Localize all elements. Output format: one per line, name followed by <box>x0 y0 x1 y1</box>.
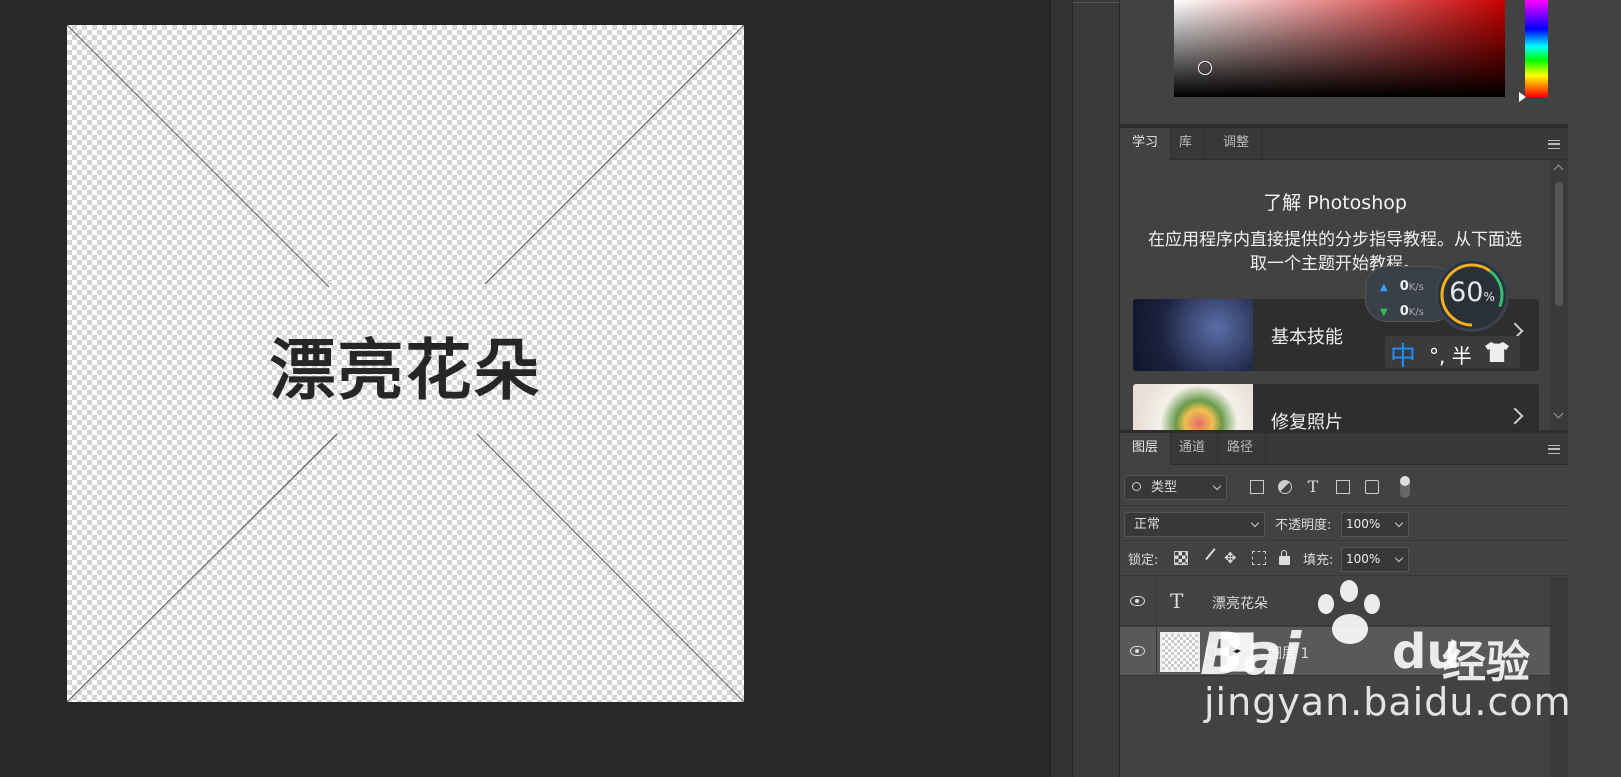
layer-row-pixel[interactable]: 图层 1 <box>1120 627 1550 676</box>
lock-position-icon[interactable]: ✥ <box>1224 551 1238 566</box>
opacity-input[interactable]: 100% <box>1341 512 1409 537</box>
lock-label: 锁定: <box>1128 553 1159 568</box>
tab-layers[interactable]: 图层 <box>1120 433 1172 465</box>
layer-filter-row: 类型 T <box>1120 466 1568 506</box>
layer-row-text[interactable]: T 漂亮花朵 <box>1120 577 1550 626</box>
chevron-down-icon[interactable] <box>1394 553 1404 563</box>
tutorial-thumbnail <box>1133 384 1253 430</box>
chevron-down-icon <box>1250 518 1260 528</box>
fill-label: 填充: <box>1303 553 1334 568</box>
text-filter-icon[interactable]: T <box>1306 479 1320 495</box>
tab-paths[interactable]: 路径 <box>1215 433 1267 465</box>
scroll-up-icon[interactable] <box>1553 164 1564 175</box>
lock-artboard-icon[interactable] <box>1252 551 1266 565</box>
usage-gauge[interactable]: 60% <box>1435 258 1509 332</box>
lock-image-pixels-icon[interactable] <box>1205 548 1225 568</box>
shape-filter-icon[interactable] <box>1336 480 1350 494</box>
color-picker-panel <box>1120 0 1568 124</box>
blend-mode-select[interactable]: 正常 <box>1124 512 1265 537</box>
blend-mode-value: 正常 <box>1134 517 1161 532</box>
tutorial-thumbnail <box>1133 299 1253 371</box>
color-saturation-field[interactable] <box>1174 0 1505 97</box>
opacity-label: 不透明度: <box>1275 518 1332 533</box>
tutorial-card-label: 修复照片 <box>1271 412 1343 430</box>
layers-panel-body: 类型 T 正常 不透明度: 100% 锁定: ✥ 填充: 100% T 漂亮花朵… <box>1120 466 1568 777</box>
panel-menu-icon[interactable] <box>1548 445 1560 454</box>
hue-marker-icon[interactable] <box>1519 92 1526 102</box>
upload-arrow-icon: ▲ <box>1380 282 1388 293</box>
divider <box>1156 627 1157 676</box>
adjustment-filter-icon[interactable] <box>1278 480 1292 494</box>
opacity-value: 100% <box>1346 517 1381 531</box>
scroll-down-icon[interactable] <box>1553 408 1564 419</box>
lock-transparency-icon[interactable] <box>1174 551 1188 565</box>
layers-tabbar: 图层 通道 路径 <box>1120 433 1568 465</box>
tab-learn[interactable]: 学习 <box>1120 128 1172 160</box>
ime-chinese-mode[interactable]: 中 <box>1390 336 1416 373</box>
download-arrow-icon: ▼ <box>1380 307 1388 318</box>
search-icon <box>1132 482 1141 491</box>
tutorial-card-fix-photos[interactable]: 修复照片 <box>1133 384 1539 430</box>
ime-status-bar[interactable]: 中 °, 半 <box>1385 336 1520 372</box>
scrollbar-thumb[interactable] <box>1555 182 1563 306</box>
chevron-down-icon[interactable] <box>1394 518 1404 528</box>
pixel-filter-icon[interactable] <box>1250 480 1264 494</box>
chevron-down-icon <box>1212 481 1222 491</box>
tab-channels[interactable]: 通道 <box>1167 433 1219 465</box>
filter-toggle[interactable] <box>1400 476 1410 498</box>
skin-icon[interactable] <box>1485 342 1509 362</box>
layer-name[interactable]: 漂亮花朵 <box>1212 593 1268 613</box>
canvas-text-layer[interactable]: 漂亮花朵 <box>67 317 744 413</box>
network-speed-widget[interactable]: ▲ 0K/s ▼ 0K/s 60% 中 °, 半 <box>1365 258 1520 372</box>
smart-object-filter-icon[interactable] <box>1365 480 1379 494</box>
ime-punctuation-mode[interactable]: °, 半 <box>1429 340 1472 369</box>
learn-scrollbar[interactable] <box>1550 160 1568 430</box>
divider <box>1156 577 1157 626</box>
learn-tabbar: 学习 库 调整 <box>1120 128 1568 160</box>
learn-title: 了解 Photoshop <box>1263 192 1407 214</box>
collapsed-panel-dock <box>1072 0 1121 777</box>
tab-libraries[interactable]: 库 <box>1167 128 1206 160</box>
tab-adjustments[interactable]: 调整 <box>1211 128 1263 160</box>
lock-row: 锁定: ✥ 填充: 100% <box>1120 541 1568 576</box>
layers-scrollbar[interactable] <box>1550 577 1568 777</box>
hue-slider[interactable] <box>1525 0 1548 97</box>
link-icon[interactable] <box>1206 645 1216 659</box>
fill-input[interactable]: 100% <box>1341 547 1409 572</box>
blend-row: 正常 不透明度: 100% <box>1120 506 1568 541</box>
chevron-right-icon <box>1506 407 1524 425</box>
eye-icon[interactable] <box>1130 596 1145 606</box>
panel-menu-icon[interactable] <box>1548 140 1560 149</box>
fill-value: 100% <box>1346 552 1381 566</box>
panel-dock-gutter <box>1050 0 1072 777</box>
right-panel: 学习 库 调整 了解 Photoshop 在应用程序内直接提供的分步指导教程。从… <box>1120 0 1621 777</box>
document-canvas[interactable]: 漂亮花朵 <box>67 25 744 702</box>
layer-filter-select[interactable]: 类型 <box>1124 475 1227 500</box>
text-layer-icon: T <box>1170 589 1184 613</box>
photoshop-window: 漂亮花朵 学习 库 调整 了解 Photoshop 在应用程序内直接提供的分步指… <box>0 0 1621 777</box>
color-picker-cursor[interactable] <box>1198 61 1212 75</box>
eye-icon[interactable] <box>1130 646 1145 656</box>
filter-value: 类型 <box>1151 480 1178 495</box>
layer-thumbnail[interactable] <box>1160 632 1200 672</box>
layer-name[interactable]: 图层 1 <box>1268 643 1309 663</box>
tutorial-card-label: 基本技能 <box>1271 327 1343 348</box>
gauge-value: 60% <box>1449 277 1495 308</box>
lock-all-icon[interactable] <box>1279 550 1290 565</box>
layer-mask-thumbnail[interactable] <box>1220 632 1254 672</box>
